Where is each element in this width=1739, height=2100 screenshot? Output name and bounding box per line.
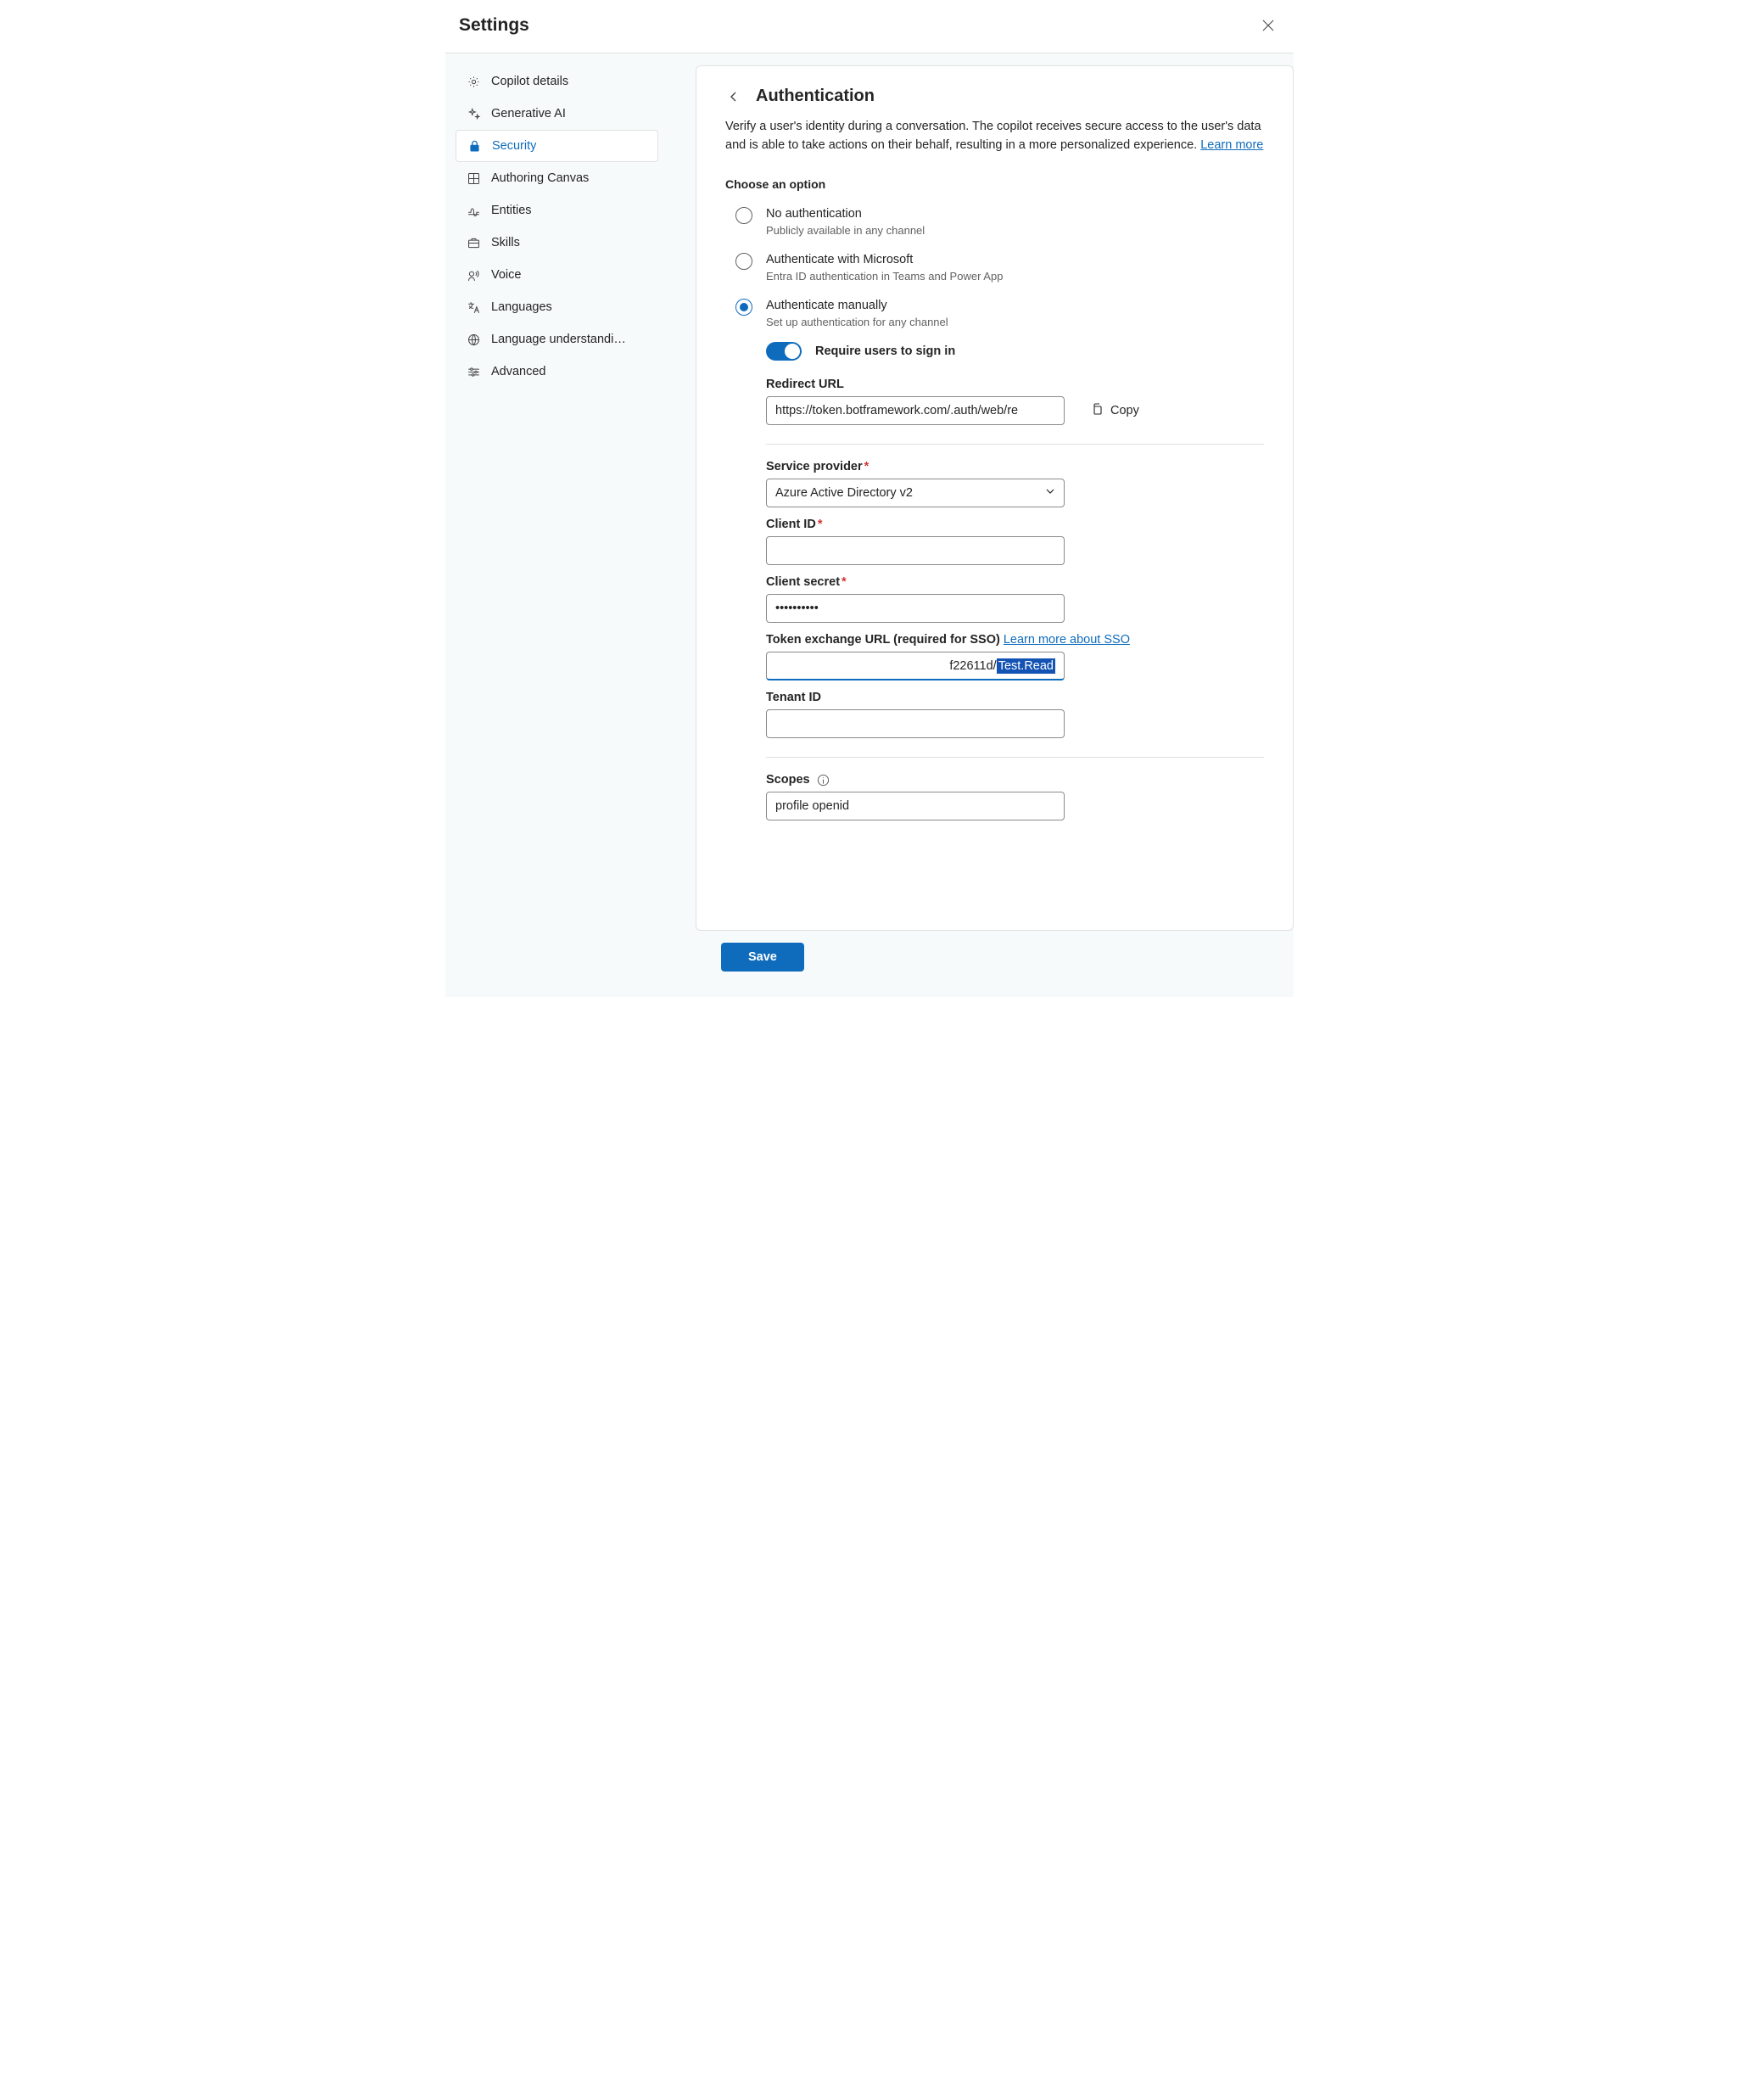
panel-description: Verify a user's identity during a conver… [725,118,1264,155]
scopes-input[interactable] [766,792,1065,820]
entity-icon [466,203,481,218]
toggle-knob [785,344,800,359]
divider [766,444,1264,445]
auth-options-group: No authentication Publicly available in … [725,198,1264,336]
client-id-label: Client ID* [766,518,1264,531]
option-sublabel: Set up authentication for any channel [766,316,948,328]
option-authenticate-microsoft[interactable]: Authenticate with Microsoft Entra ID aut… [725,244,1264,289]
redirect-url-label: Redirect URL [766,378,1264,391]
radio-icon [735,253,752,270]
redirect-url-input[interactable] [766,396,1065,425]
back-button[interactable] [725,88,742,105]
service-provider-value: Azure Active Directory v2 [775,486,913,500]
radio-icon [735,207,752,224]
panel-title: Authentication [756,87,875,106]
lock-icon [467,138,482,154]
sidebar-item-label: Security [492,139,536,153]
choose-option-label: Choose an option [725,177,1264,191]
sidebar-item-label: Languages [491,300,552,314]
sidebar-item-advanced[interactable]: Advanced [456,356,658,388]
copy-icon [1090,402,1104,419]
require-signin-label: Require users to sign in [815,344,955,358]
sidebar-item-label: Skills [491,236,520,249]
sliders-icon [466,364,481,379]
learn-more-link[interactable]: Learn more [1200,138,1263,152]
token-exchange-input[interactable]: f22611d/Test.Read [766,652,1065,680]
close-icon [1261,22,1275,35]
sidebar-item-label: Entities [491,204,532,217]
tenant-id-input[interactable] [766,709,1065,738]
copy-button[interactable]: Copy [1085,401,1144,420]
sidebar-item-generative-ai[interactable]: Generative AI [456,98,658,130]
authentication-panel: Authentication Verify a user's identity … [696,65,1294,931]
translate-icon [466,300,481,315]
sidebar-item-entities[interactable]: Entities [456,194,658,227]
require-signin-toggle[interactable] [766,342,802,361]
save-button[interactable]: Save [721,943,804,972]
sparkle-icon [466,106,481,121]
option-label: No authentication [766,205,925,222]
token-exchange-label: Token exchange URL (required for SSO) Le… [766,633,1264,647]
token-exchange-selection: Test.Read [997,658,1055,674]
gear-icon [466,74,481,89]
brain-icon [466,332,481,347]
voice-icon [466,267,481,283]
copy-label: Copy [1110,404,1139,417]
sidebar-item-label: Voice [491,268,521,282]
sidebar-item-languages[interactable]: Languages [456,291,658,323]
client-id-input[interactable] [766,536,1065,565]
option-sublabel: Entra ID authentication in Teams and Pow… [766,270,1003,283]
sidebar-item-label: Language understandi… [491,333,626,346]
divider [766,757,1264,758]
scopes-label: Scopes [766,773,810,787]
sidebar-item-language-understanding[interactable]: Language understandi… [456,323,658,356]
sidebar-item-voice[interactable]: Voice [456,259,658,291]
sidebar-item-label: Advanced [491,365,546,378]
option-no-authentication[interactable]: No authentication Publicly available in … [725,198,1264,244]
service-provider-select[interactable]: Azure Active Directory v2 [766,479,1065,507]
learn-more-sso-link[interactable]: Learn more about SSO [1004,633,1130,647]
client-secret-label: Client secret* [766,575,1264,589]
info-icon[interactable] [817,773,830,787]
option-sublabel: Publicly available in any channel [766,224,925,237]
service-provider-label: Service provider* [766,460,1264,473]
chevron-left-icon [727,93,741,106]
grid-icon [466,171,481,186]
close-button[interactable] [1256,14,1280,37]
option-label: Authenticate with Microsoft [766,251,1003,268]
sidebar-item-label: Authoring Canvas [491,171,589,185]
radio-icon-selected [735,299,752,316]
option-authenticate-manually[interactable]: Authenticate manually Set up authenticat… [725,289,1264,335]
sidebar-item-security[interactable]: Security [456,130,658,162]
sidebar-item-copilot-details[interactable]: Copilot details [456,65,658,98]
client-secret-input[interactable] [766,594,1065,623]
page-title: Settings [459,15,529,36]
briefcase-icon [466,235,481,250]
page-header: Settings [445,0,1294,53]
sidebar-item-label: Generative AI [491,107,566,120]
chevron-down-icon [1045,486,1055,500]
sidebar-item-label: Copilot details [491,75,568,88]
token-exchange-prefix: f22611d/ [949,659,996,673]
sidebar-item-authoring-canvas[interactable]: Authoring Canvas [456,162,658,194]
sidebar-item-skills[interactable]: Skills [456,227,658,259]
settings-sidebar: Copilot details Generative AI Security A… [445,53,670,997]
option-label: Authenticate manually [766,297,948,314]
tenant-id-label: Tenant ID [766,691,1264,704]
